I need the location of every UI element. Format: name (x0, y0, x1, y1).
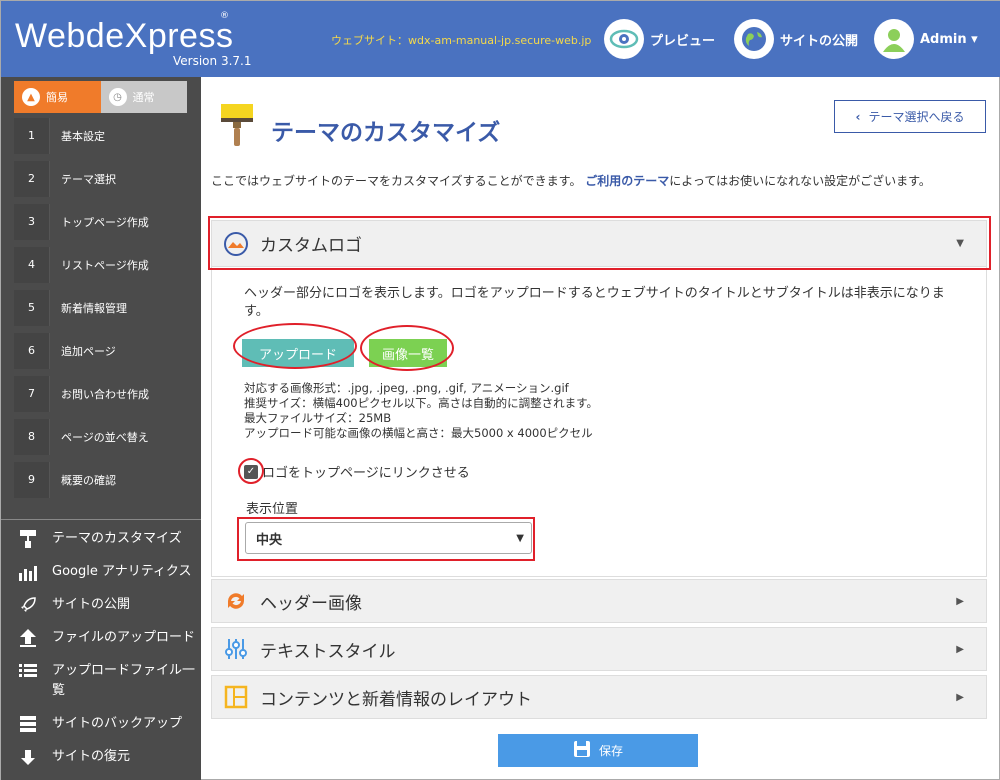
header-image-panel[interactable]: ヘッダー画像 ▶ (211, 579, 987, 623)
position-label: 表示位置 (246, 502, 299, 517)
custom-logo-panel-header[interactable]: カスタムロゴ ▼ (211, 220, 987, 267)
list-icon (17, 661, 39, 681)
globe-icon (734, 19, 774, 59)
tool-backup[interactable]: サイトのバックアップ (17, 714, 197, 734)
rocket-icon (17, 595, 39, 615)
layout-grid-icon (222, 683, 250, 711)
step-list: 1 基本設定 2 テーマ選択 3 トップページ作成 4 リストページ作成 5 新着情報管理… (14, 114, 187, 501)
tool-list: テーマのカスタマイズ Google アナリティクス サイトの公開 ファイルのアッ… (17, 529, 197, 780)
step-item-top-page[interactable]: 3 トップページ作成 (14, 200, 187, 243)
tool-file-upload[interactable]: ファイルのアップロード (17, 628, 197, 648)
sidebar: ▲ 簡易 ◷ 通常 1 基本設定 2 テーマ選択 3 トップページ作成 4 リストページ… (1, 77, 201, 780)
floppy-disk-icon (573, 740, 591, 761)
paint-roller-icon (17, 529, 39, 549)
caret-right-icon: ▶ (956, 691, 964, 703)
upload-arrow-icon (17, 628, 39, 648)
step-item-list-page[interactable]: 4 リストページ作成 (14, 243, 187, 286)
sliders-icon (222, 635, 250, 663)
rocket-mode-icon: ▲ (22, 88, 40, 106)
eye-icon (604, 19, 644, 59)
user-avatar-icon (874, 19, 914, 59)
custom-logo-panel-body: ヘッダー部分にロゴを表示します。ロゴをアップロードするとウェブサイトのタイトルと… (211, 267, 987, 577)
app-version: Version 3.7.1 (173, 54, 252, 68)
admin-menu[interactable]: Admin ▾ (874, 19, 978, 59)
chevron-down-icon: ▼ (516, 533, 524, 544)
image-icon (222, 230, 250, 258)
current-theme-link[interactable]: ご利用のテーマ (585, 174, 669, 188)
mode-tab-normal[interactable]: ◷ 通常 (100, 81, 187, 113)
tool-google-analytics[interactable]: Google アナリティクス (17, 562, 197, 582)
step-item-news[interactable]: 5 新着情報管理 (14, 286, 187, 329)
main-content: テーマのカスタマイズ ‹ テーマ選択へ戻る ここではウェブサイトのテーマをカスタ… (201, 77, 1000, 780)
top-header: WebdeXpress ® Version 3.7.1 ウェブサイト：wdx-a… (1, 1, 1000, 77)
tool-theme-customize[interactable]: テーマのカスタマイズ (17, 529, 197, 549)
caret-right-icon: ▶ (956, 643, 964, 655)
paint-brush-icon (219, 102, 255, 152)
tool-uploaded-files[interactable]: アップロードファイル一覧 (17, 661, 197, 701)
preview-button[interactable]: プレビュー (604, 19, 715, 59)
website-url[interactable]: ウェブサイト：wdx-am-manual-jp.secure-web.jp (331, 32, 591, 48)
save-button[interactable]: 保存 (498, 734, 698, 767)
position-select[interactable]: 中央 ▼ (245, 522, 532, 554)
publish-site-button[interactable]: サイトの公開 (734, 19, 858, 59)
tool-publish[interactable]: サイトの公開 (17, 595, 197, 615)
app-logo[interactable]: WebdeXpress (15, 17, 233, 56)
image-list-button[interactable]: 画像一覧 (369, 339, 447, 367)
tool-restore[interactable]: サイトの復元 (17, 747, 197, 767)
text-style-panel[interactable]: テキストスタイル ▶ (211, 627, 987, 671)
link-logo-option: ✓ ロゴをトップページにリンクさせる (244, 462, 470, 481)
link-logo-checkbox[interactable]: ✓ (244, 464, 258, 479)
mode-tabs: ▲ 簡易 ◷ 通常 (14, 81, 187, 113)
step-item-theme-select[interactable]: 2 テーマ選択 (14, 157, 187, 200)
sidebar-divider (1, 519, 201, 520)
step-item-basic-settings[interactable]: 1 基本設定 (14, 114, 187, 157)
caret-down-icon: ▼ (956, 238, 964, 249)
back-to-theme-select-button[interactable]: ‹ テーマ選択へ戻る (834, 100, 986, 133)
refresh-icon (222, 587, 250, 615)
download-icon (17, 747, 39, 767)
upload-button[interactable]: アップロード (242, 339, 354, 367)
bar-chart-icon (17, 562, 39, 582)
page-title: テーマのカスタマイズ (271, 120, 501, 146)
server-icon (17, 714, 39, 734)
step-item-contact[interactable]: 7 お問い合わせ作成 (14, 372, 187, 415)
step-item-extra-pages[interactable]: 6 追加ページ (14, 329, 187, 372)
upload-specs: 対応する画像形式：.jpg, .jpeg, .png, .gif, アニメーショ… (244, 381, 598, 440)
logo-description: ヘッダー部分にロゴを表示します。ロゴをアップロードするとウェブサイトのタイトルと… (244, 286, 945, 319)
caret-right-icon: ▶ (956, 595, 964, 607)
mode-tab-simple[interactable]: ▲ 簡易 (14, 81, 101, 113)
gauge-icon: ◷ (108, 88, 127, 106)
layout-panel[interactable]: コンテンツと新着情報のレイアウト ▶ (211, 675, 987, 719)
intro-text: ここではウェブサイトのテーマをカスタマイズすることができます。 ご利用のテーマに… (211, 174, 931, 188)
chevron-left-icon: ‹ (855, 109, 861, 124)
step-item-overview[interactable]: 9 概要の確認 (14, 458, 187, 501)
registered-mark: ® (220, 11, 229, 21)
step-item-page-order[interactable]: 8 ページの並べ替え (14, 415, 187, 458)
